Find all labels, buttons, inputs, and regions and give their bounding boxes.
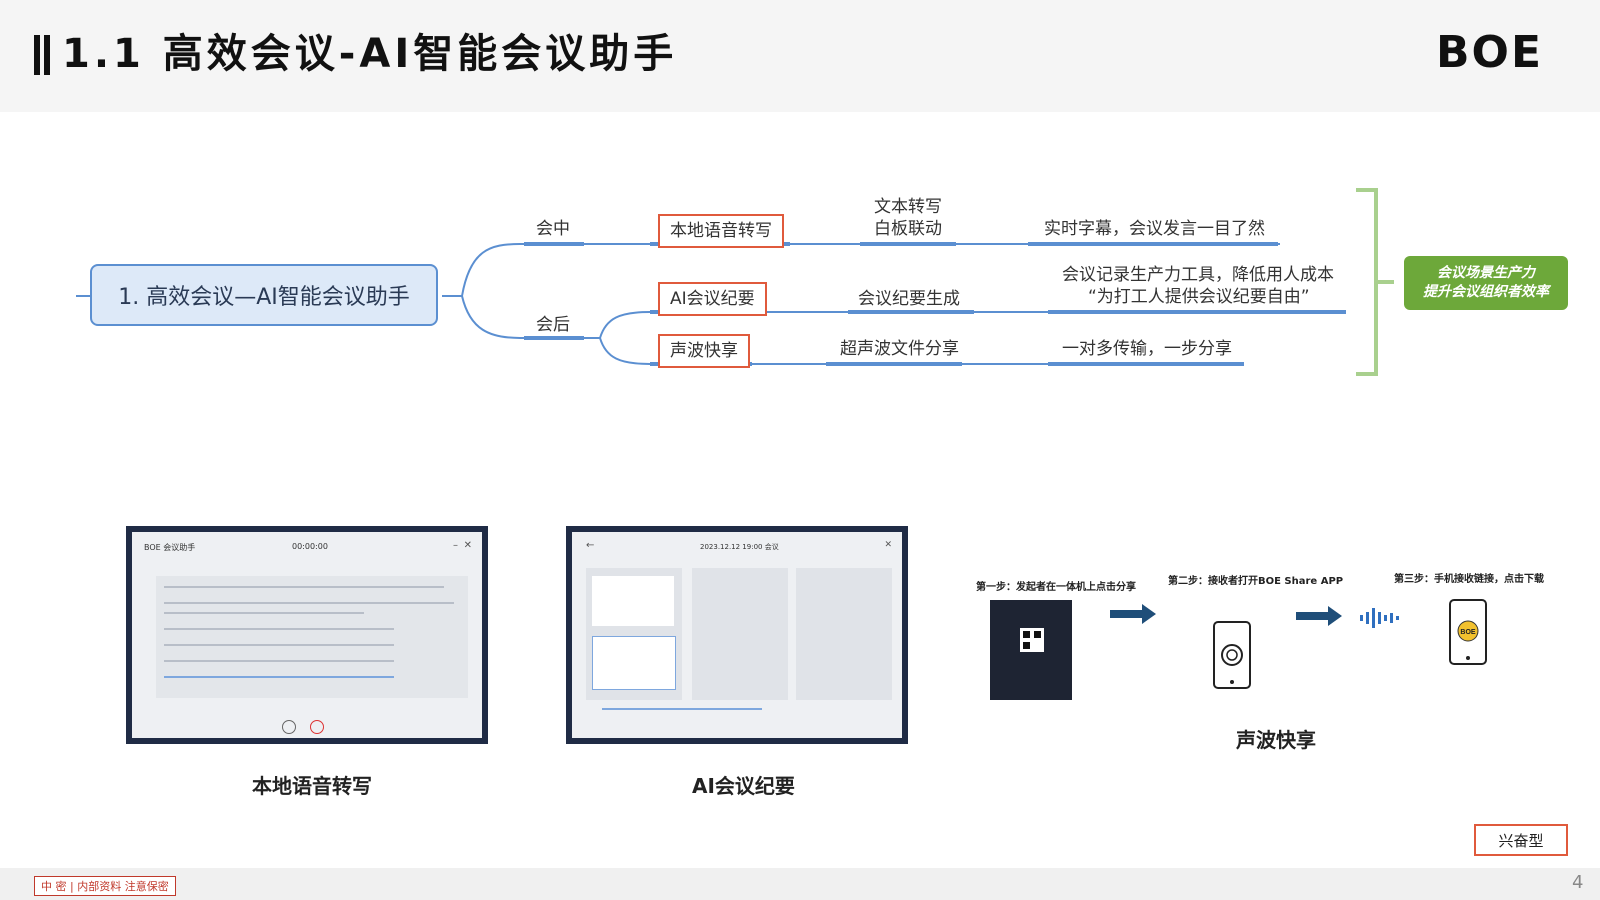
playback-slider: [602, 708, 762, 710]
phone-download-icon: BOE: [1449, 599, 1487, 665]
svg-text:BOE: BOE: [1460, 629, 1476, 636]
function-whiteboard-link: 白板联动: [874, 219, 942, 239]
mindmap-root-node: 1. 高效会议—AI智能会议助手: [90, 264, 438, 326]
category-tag: 兴奋型: [1474, 824, 1568, 856]
branch-during-meeting: 会中: [536, 219, 570, 239]
transcription-caption: 本地语音转写: [252, 774, 372, 798]
function-ultrasonic-share: 超声波文件分享: [840, 339, 959, 359]
pause-icon: [282, 720, 296, 734]
phone-icon: [1213, 621, 1251, 689]
minutes-text-column: [692, 568, 788, 700]
close-icon: ✕: [463, 540, 472, 551]
qr-code-icon: [1020, 628, 1044, 652]
transcription-screenshot: BOE 会议助手 00:00:00 – ✕: [126, 526, 488, 744]
summary-line-2: 提升会议组织者效率: [1423, 284, 1549, 300]
benefit-one-step-share: 一对多传输，一步分享: [1062, 339, 1232, 359]
panel-share-screen: [990, 600, 1072, 700]
arrow-right-icon: [1110, 604, 1156, 624]
minutes-caption: AI会议纪要: [692, 774, 795, 798]
share-step-3: 第三步：手机接收链接，点击下载: [1394, 574, 1544, 585]
share-step-2: 第二步：接收者打开BOE Share APP: [1168, 576, 1344, 587]
minutes-detail-column: [796, 568, 892, 700]
sonic-share-caption: 声波快享: [1236, 728, 1316, 752]
function-text-transcription: 文本转写: [874, 197, 942, 217]
feature-ai-minutes: AI会议纪要: [658, 282, 767, 316]
transcript-area: [156, 576, 468, 698]
feature-sonic-share: 声波快享: [658, 334, 750, 368]
function-minutes-generation: 会议纪要生成: [858, 289, 960, 309]
sound-wave-icon: [1360, 608, 1399, 628]
mindmap-connectors: [76, 188, 1394, 376]
close-icon: ✕: [884, 540, 892, 550]
summary-badge: 会议场景生产力 提升会议组织者效率: [1404, 256, 1568, 310]
footer-bar: [0, 868, 1600, 900]
share-step-1: 第一步：发起者在一体机上点击分享: [976, 582, 1136, 593]
confidentiality-label: 中 密 | 内部资料 注意保密: [34, 876, 176, 896]
transcription-timer: 00:00:00: [292, 542, 328, 551]
page-number: 4: [1572, 872, 1584, 893]
slide-thumbnails: [586, 568, 682, 700]
minutes-header-time: 2023.12.12 19:00 会议: [700, 543, 779, 551]
arrow-right-icon: [1296, 606, 1342, 626]
record-icon: [310, 720, 324, 734]
summary-line-1: 会议场景生产力: [1437, 265, 1535, 281]
benefit-minutes-tool: 会议记录生产力工具，降低用人成本: [1062, 265, 1334, 285]
minutes-screenshot: ← 2023.12.12 19:00 会议 ✕: [566, 526, 908, 744]
branch-after-meeting: 会后: [536, 315, 570, 335]
benefit-minutes-slogan: “为打工人提供会议纪要自由”: [1088, 287, 1310, 307]
transcription-app-title: BOE 会议助手: [144, 543, 196, 552]
benefit-realtime-subtitles: 实时字幕，会议发言一目了然: [1044, 219, 1265, 239]
feature-local-transcription: 本地语音转写: [658, 214, 784, 248]
back-icon: ←: [586, 540, 595, 551]
minimize-icon: –: [453, 540, 458, 551]
